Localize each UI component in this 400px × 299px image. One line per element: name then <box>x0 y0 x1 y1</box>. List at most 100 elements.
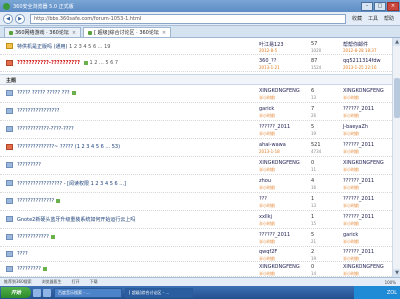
favicon-icon <box>88 30 93 35</box>
table-row[interactable]: ???????????-?????????? 1 2 ... 5 6 7 360… <box>0 56 392 72</box>
table-row[interactable]: ????? ????? ????? ??? XINGKONGFENG 半小时前 … <box>0 86 392 103</box>
thread-pages[interactable]: 1 2 ... 5 6 7 <box>89 60 118 66</box>
minimize-button[interactable]: – <box>361 1 373 11</box>
thread-title[interactable]: ????????????-????-???? <box>17 126 74 132</box>
start-button[interactable]: 开始 <box>1 287 31 298</box>
table-row[interactable]: ????????????-????-???? ??????_2011 半小时前 … <box>0 122 392 139</box>
quick-launch-icon[interactable] <box>43 288 51 297</box>
tools-button[interactable]: 工具 <box>365 14 381 24</box>
thread-author[interactable]: qwqf2F <box>259 249 277 255</box>
table-row[interactable]: ???? qwqf2F 半小时前 2 19 ??????_2011 半小时前 <box>0 248 392 262</box>
view-count: 13 <box>311 203 317 208</box>
tab-forum[interactable]: [ 超级]综合讨论区 · 360论坛 × <box>83 27 172 37</box>
last-poster[interactable]: 帮帮你邮件 <box>343 41 368 48</box>
last-poster[interactable]: qq5211314fdw <box>343 58 381 64</box>
thread-icon <box>6 266 13 272</box>
thread-author[interactable]: xxllkj <box>259 214 272 220</box>
favorites-button[interactable]: 收藏 <box>349 14 365 24</box>
view-count: 11 <box>311 167 317 172</box>
vertical-scrollbar[interactable]: ▲ ▼ <box>392 38 400 277</box>
tab-close-icon[interactable]: × <box>72 30 76 36</box>
table-row[interactable]: ????????? XINGKONGFENG 半小时前 0 11 XINGKON… <box>0 158 392 175</box>
url-field[interactable]: http://bbs.360safe.com/forum-1053-1.html <box>30 13 346 24</box>
forum-thread-list: 特供机是正版吗 (通用) 1 2 3 4 5 6 ... 19 叶江易123 2… <box>0 38 392 277</box>
thread-author[interactable]: ??? <box>259 196 267 202</box>
status-open[interactable]: 打开 <box>72 279 80 285</box>
table-row[interactable]: ????????????????? - [阅读权限 1 2 3 4 5 6 ..… <box>0 176 392 193</box>
status-browser-doctor[interactable]: 浏览器医生 <box>42 279 62 285</box>
back-icon[interactable]: ◀ <box>3 13 13 24</box>
table-row[interactable]: ??????????????~ ????? (1 2 3 4 5 6 ... 5… <box>0 140 392 157</box>
thread-icon <box>6 234 13 240</box>
thread-date: 半小时前 <box>259 113 275 118</box>
thread-icon <box>6 90 13 96</box>
thread-title[interactable]: ????????? <box>17 162 41 168</box>
scroll-up-icon[interactable]: ▲ <box>393 38 400 46</box>
last-poster[interactable]: XINGKONGFENG <box>343 88 384 94</box>
taskbar-item-music[interactable]: 百度音乐搜索 - ... <box>54 287 122 298</box>
table-row[interactable]: ????????? XINGKONGFENG 半小时前 0 14 XINGKON… <box>0 263 392 277</box>
thread-author[interactable]: garick <box>259 106 274 112</box>
table-row[interactable]: ???????????????? garick 半小时前 7 26 ??????… <box>0 104 392 121</box>
thread-author[interactable]: XINGKONGFENG <box>259 88 300 94</box>
thread-pages[interactable]: 1 2 3 4 5 6 ... 19 <box>69 44 110 50</box>
tab-games[interactable]: 360网络游戏 · 360论坛 × <box>4 27 82 37</box>
last-poster[interactable]: ??????_2011 <box>343 106 374 112</box>
thread-title[interactable]: ??????????????~ ????? (1 2 3 4 5 6 ... 5… <box>17 144 120 150</box>
close-button[interactable]: × <box>387 1 399 11</box>
last-poster[interactable]: XINGKONGFENG <box>343 264 384 270</box>
reply-count: 5 <box>311 232 315 238</box>
thread-author[interactable]: 叶江易123 <box>259 41 284 48</box>
quick-launch-icon[interactable] <box>33 288 41 297</box>
maximize-button[interactable]: □ <box>374 1 386 11</box>
table-row[interactable]: 特供机是正版吗 (通用) 1 2 3 4 5 6 ... 19 叶江易123 2… <box>0 40 392 55</box>
thread-title[interactable]: ???????????????? <box>17 108 59 114</box>
last-poster[interactable]: ??????_2011 <box>343 249 374 255</box>
thread-date: 半小时前 <box>259 239 275 244</box>
thread-author[interactable]: zhou <box>259 178 271 184</box>
thread-title[interactable]: ????????????????? - [阅读权限 1 2 3 4 5 6 ..… <box>17 180 126 187</box>
table-row[interactable]: ?????????????? ??? 半小时前 1 13 ??????_2011… <box>0 194 392 211</box>
thread-title[interactable]: ???????????-?????????? 1 2 ... 5 6 7 <box>17 60 118 66</box>
scroll-thumb[interactable] <box>394 78 400 118</box>
last-poster[interactable]: XINGKONGFENG <box>343 160 384 166</box>
thread-title[interactable]: ????? ????? ????? ??? <box>17 90 76 96</box>
thread-author[interactable]: 360_?? <box>259 58 276 64</box>
last-poster[interactable]: ??????_2011 <box>343 196 374 202</box>
thread-author[interactable]: ??????_2011 <box>259 232 290 238</box>
tab-close-icon[interactable]: × <box>162 30 166 36</box>
last-poster[interactable]: ??????_2011 <box>343 214 374 220</box>
table-row[interactable]: ???????????? ??????_2011 半小时前 5 21 garic… <box>0 230 392 247</box>
thread-title[interactable]: ????????? <box>17 266 47 272</box>
scroll-down-icon[interactable]: ▼ <box>393 269 400 277</box>
last-poster[interactable]: garick <box>343 232 358 238</box>
thread-date: 半小时前 <box>259 185 275 190</box>
last-poster[interactable]: ??????_2011 <box>343 178 374 184</box>
status-download[interactable]: 下载 <box>90 279 98 285</box>
thread-author[interactable]: XINGKONGFENG <box>259 264 300 270</box>
thread-title[interactable]: Gnote2新硬头蓝牙升级重装系统如何开始运行云上吗 <box>17 216 135 223</box>
taskbar-item-forum[interactable]: [ 超级]综合讨论区 - ... <box>125 287 193 298</box>
last-post-date: 半小时前 <box>343 221 359 226</box>
reply-count: 6 <box>311 88 315 94</box>
thread-author[interactable]: ??????_2011 <box>259 124 290 130</box>
forward-icon[interactable]: ▶ <box>15 13 25 24</box>
zoom-level[interactable]: 100% <box>385 280 396 285</box>
thread-author[interactable]: ahai-wawa <box>259 142 286 148</box>
thread-title[interactable]: ?????????????? <box>17 198 61 204</box>
help-button[interactable]: 帮助 <box>381 14 397 24</box>
status-search-recommend[interactable]: 推荐到360搜索 <box>4 279 32 285</box>
last-poster[interactable]: J-baeyaZh <box>343 124 368 130</box>
thread-date: 半小时前 <box>259 203 275 208</box>
last-post-date: 半小时前 <box>343 203 359 208</box>
last-post-date: 半小时前 <box>343 131 359 136</box>
last-post-date: 2012-8-28 18:37 <box>343 48 377 53</box>
thread-title[interactable]: ???????????? <box>17 234 55 240</box>
reply-count: 7 <box>311 106 315 112</box>
thread-title[interactable]: 特供机是正版吗 (通用) 1 2 3 4 5 6 ... 19 <box>17 43 110 50</box>
last-poster[interactable]: ??????_2011 <box>343 142 374 148</box>
table-row[interactable]: Gnote2新硬头蓝牙升级重装系统如何开始运行云上吗 xxllkj 半小时前 1… <box>0 212 392 229</box>
thread-title-text: 特供机是正版吗 (通用) <box>17 44 68 50</box>
thread-author[interactable]: XINGKONGFENG <box>259 160 300 166</box>
thread-title[interactable]: ???? <box>17 251 28 257</box>
